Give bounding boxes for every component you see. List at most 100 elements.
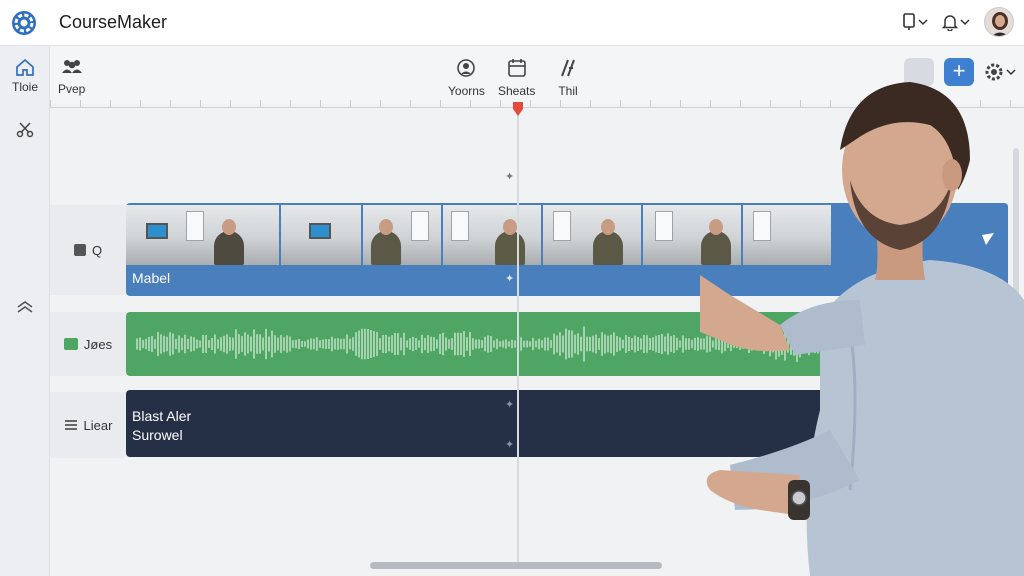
waveform-bar bbox=[175, 338, 177, 350]
waveform-bar bbox=[235, 329, 237, 359]
playhead-handle-icon[interactable] bbox=[512, 102, 524, 116]
waveform-bar bbox=[523, 340, 525, 348]
waveform-bar bbox=[511, 339, 513, 349]
tool-sheats[interactable]: Sheats bbox=[498, 58, 535, 98]
waveform-bar bbox=[280, 335, 282, 353]
audio-track-header[interactable]: Jøes bbox=[50, 312, 126, 376]
waveform-bar bbox=[445, 337, 447, 351]
video-square-icon bbox=[73, 244, 86, 256]
waveform-bar bbox=[607, 335, 609, 353]
waveform-bar bbox=[184, 334, 186, 354]
tool-yoorns[interactable]: Yoorns bbox=[448, 58, 485, 98]
waveform-bar bbox=[397, 333, 399, 355]
waveform-bar bbox=[259, 334, 261, 354]
horizontal-scrollbar[interactable] bbox=[370, 562, 662, 569]
waveform-bar bbox=[361, 328, 363, 360]
waveform-bar bbox=[469, 331, 471, 357]
app-title: CourseMaker bbox=[59, 12, 168, 32]
waveform-bar bbox=[646, 335, 648, 353]
text-clip-line-1: Blast Aler bbox=[132, 408, 192, 424]
waveform-bar bbox=[685, 338, 687, 350]
video-clip-label: Mabel bbox=[132, 270, 171, 286]
waveform-bar bbox=[403, 332, 405, 356]
video-track-header[interactable]: Q bbox=[50, 205, 126, 295]
waveform-bar bbox=[313, 338, 315, 350]
waveform-bar bbox=[643, 334, 645, 354]
trim-icon bbox=[561, 59, 575, 77]
waveform-bar bbox=[232, 337, 234, 351]
audio-badge-icon bbox=[63, 338, 78, 350]
waveform-bar bbox=[382, 334, 384, 354]
waveform-bar bbox=[301, 340, 303, 348]
waveform-bar bbox=[568, 330, 570, 358]
waveform-bar bbox=[493, 340, 495, 348]
waveform-bar bbox=[454, 332, 456, 356]
waveform-bar bbox=[160, 334, 162, 354]
waveform-bar bbox=[187, 338, 189, 350]
bell-icon bbox=[942, 15, 958, 31]
presenter-photo bbox=[700, 82, 1024, 576]
waveform-bar bbox=[424, 337, 426, 351]
waveform-bar bbox=[577, 333, 579, 355]
waveform-bar bbox=[595, 334, 597, 354]
marker-icon: ✦ bbox=[505, 439, 515, 451]
waveform-bar bbox=[409, 338, 411, 350]
waveform-bar bbox=[190, 336, 192, 352]
waveform-bar bbox=[247, 334, 249, 354]
rail-item-tools[interactable] bbox=[0, 120, 50, 138]
waveform-bar bbox=[319, 340, 321, 348]
video-track-header-label: Q bbox=[91, 242, 103, 258]
waveform-bar bbox=[307, 339, 309, 349]
waveform-bar bbox=[325, 339, 327, 349]
waveform-bar bbox=[538, 338, 540, 350]
waveform-bar bbox=[466, 337, 468, 351]
waveform-bar bbox=[145, 338, 147, 350]
waveform-bar bbox=[637, 336, 639, 352]
waveform-bar bbox=[169, 332, 171, 356]
waveform-bar bbox=[226, 334, 228, 354]
waveform-bar bbox=[571, 330, 573, 358]
waveform-bar bbox=[268, 336, 270, 352]
waveform-bar bbox=[658, 334, 660, 354]
gear-logo-icon[interactable] bbox=[10, 9, 38, 37]
waveform-bar bbox=[322, 339, 324, 349]
waveform-bar bbox=[295, 339, 297, 349]
waveform-bar bbox=[505, 339, 507, 349]
waveform-bar bbox=[244, 332, 246, 356]
waveform-bar bbox=[673, 334, 675, 354]
waveform-bar bbox=[415, 338, 417, 350]
device-menu-button[interactable] bbox=[902, 13, 928, 31]
waveform-bar bbox=[364, 328, 366, 360]
waveform-bar bbox=[346, 334, 348, 354]
waveform-bar bbox=[157, 332, 159, 356]
marker-icon: ✦ bbox=[505, 273, 515, 285]
waveform-bar bbox=[574, 334, 576, 354]
waveform-bar bbox=[430, 336, 432, 352]
waveform-bar bbox=[400, 337, 402, 351]
video-thumbnail bbox=[443, 205, 543, 265]
collapse-up-button[interactable] bbox=[0, 300, 50, 314]
waveform-bar bbox=[604, 334, 606, 354]
waveform-bar bbox=[412, 336, 414, 352]
user-avatar[interactable] bbox=[984, 7, 1014, 37]
waveform-bar bbox=[490, 335, 492, 353]
waveform-bar bbox=[550, 340, 552, 348]
waveform-bar bbox=[271, 330, 273, 358]
tool-thil[interactable]: Thil bbox=[558, 58, 578, 98]
waveform-bar bbox=[367, 328, 369, 360]
waveform-bar bbox=[616, 336, 618, 352]
preview-tool[interactable]: Pvep bbox=[58, 58, 85, 96]
waveform-bar bbox=[139, 337, 141, 351]
scissors-icon bbox=[16, 122, 34, 138]
waveform-bar bbox=[286, 335, 288, 353]
waveform-bar bbox=[475, 339, 477, 349]
tool-yoorns-label: Yoorns bbox=[448, 84, 485, 98]
waveform-bar bbox=[163, 335, 165, 353]
playhead-line[interactable] bbox=[517, 104, 519, 564]
waveform-bar bbox=[355, 332, 357, 356]
text-track-header[interactable]: Liear bbox=[50, 392, 126, 458]
notifications-button[interactable] bbox=[942, 13, 970, 31]
rail-item-home[interactable]: Tloie bbox=[0, 58, 50, 94]
waveform-bar bbox=[148, 336, 150, 352]
left-rail: Tloie bbox=[0, 46, 50, 576]
